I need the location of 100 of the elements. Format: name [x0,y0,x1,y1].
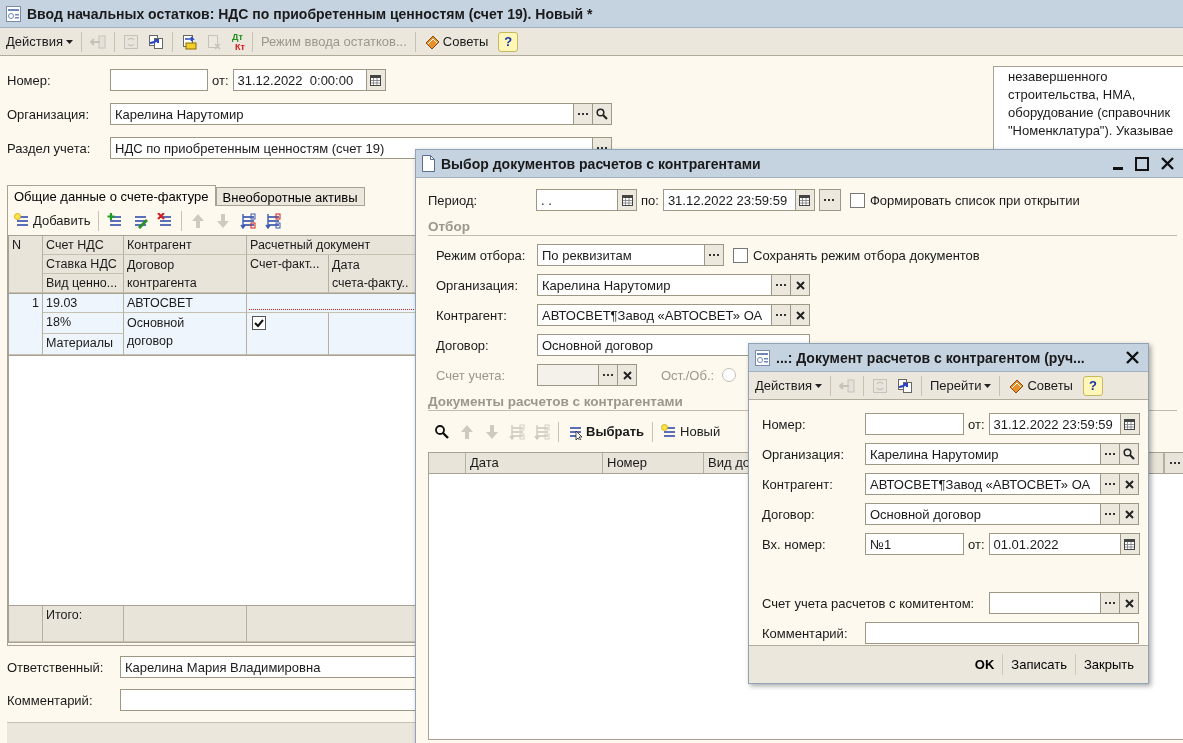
field-label: Режим отбора: [436,247,527,263]
add-button[interactable]: Добавить [11,210,94,231]
tab[interactable]: Общие данные о счете-фактуре [7,185,216,206]
tips-button[interactable]: Советы [1005,375,1076,396]
input-field[interactable]: №1 [865,533,964,555]
input-field[interactable]: Карелина Нарутомир [865,443,1101,465]
maximize-button[interactable] [1132,156,1152,171]
input-field[interactable] [865,413,964,435]
ellipsis-icon [1170,461,1181,465]
column-header: Контрагент [124,236,247,255]
select-button[interactable] [1101,443,1120,465]
select-button[interactable] [599,364,618,386]
date-field[interactable]: 01.01.2022 [988,533,1121,555]
menu-button[interactable]: Действия [3,32,76,51]
date-field[interactable]: 31.12.2022 23:59:59 [988,413,1121,435]
select-button[interactable] [772,274,791,296]
back-arrow-icon [838,377,855,394]
close-button[interactable] [1123,351,1142,364]
checkbox[interactable] [849,192,865,208]
footer-cell [9,606,43,642]
arrow-down-icon [215,212,232,229]
select-button[interactable] [705,244,724,266]
checkbox[interactable] [252,316,266,330]
maximize-icon [1135,156,1149,171]
input-field[interactable]: Основной договор [865,503,1101,525]
input-field[interactable] [865,622,1139,644]
date-field[interactable]: 31.12.2022 23:59:59 [662,189,796,211]
menu-button[interactable]: Перейти [926,376,995,395]
ellipsis-icon [775,313,787,317]
clear-button[interactable] [1120,473,1139,495]
clear-button[interactable] [1120,503,1139,525]
document-icon [205,33,222,50]
arrow-up-icon [190,212,207,229]
document-post-icon [180,33,197,50]
list-plus-icon [107,212,124,229]
sort-ascending-icon [240,212,257,229]
field-label: от: [967,416,986,432]
close-button[interactable]: Закрыть [1074,654,1142,675]
field-label: Контрагент: [762,476,834,492]
calendar-button[interactable] [618,189,637,211]
table-cell: 18% [43,313,124,334]
input-field[interactable] [989,592,1101,614]
save-button[interactable]: Записать [1002,654,1075,675]
clear-button[interactable] [791,304,810,326]
clear-icon [1124,598,1134,608]
clear-icon [622,370,632,380]
column-header: Ставка НДС [43,255,124,274]
input-field[interactable]: Карелина Нарутомир [537,274,772,296]
search-button[interactable] [1120,443,1139,465]
table-cell: 1 [9,294,43,355]
sort-ascending-icon [509,423,525,440]
more-button[interactable] [1164,453,1183,473]
field-label: Комментарий: [7,692,94,708]
calendar-icon [799,194,811,206]
document-icon [422,155,435,172]
date-field[interactable]: 31.12.2022 0:00:00 [232,69,367,91]
column-header: Счет НДС [43,236,124,255]
search-button[interactable] [593,103,612,125]
tips-button[interactable]: Советы [420,31,492,52]
select-button[interactable] [574,103,593,125]
help-button[interactable]: ? [498,31,519,52]
ledger-button[interactable]: Дт Кт [227,31,247,52]
close-button[interactable] [1158,157,1177,170]
select-button[interactable] [1101,473,1120,495]
date-field[interactable]: . . [536,189,618,211]
hint-text: незавершенного [1008,68,1109,86]
select-button[interactable] [1101,592,1120,614]
ellipsis-icon [602,373,614,377]
clear-icon [1124,509,1134,519]
field-label: Организация: [436,277,520,293]
field-label: от: [967,536,986,552]
clear-button[interactable] [1120,592,1139,614]
select-button[interactable] [818,189,841,211]
input-field[interactable]: По реквизитам [537,244,705,266]
help-button[interactable]: ? [1082,375,1103,396]
calendar-icon [621,194,633,206]
input-field[interactable]: АВТОСВЕТ¶Завод «АВТОСВЕТ» ОА [865,473,1101,495]
input-field[interactable]: Карелина Нарутомир [110,103,574,125]
search-icon [1123,448,1135,460]
input-field[interactable]: АВТОСВЕТ¶Завод «АВТОСВЕТ» ОА [537,304,772,326]
total-label: Итого: [43,606,124,642]
checkbox[interactable] [733,247,748,263]
add-button[interactable]: Новый [658,421,724,442]
select-button[interactable] [1101,503,1120,525]
select-button[interactable] [772,304,791,326]
tab[interactable]: Внеоборотные активы [215,187,365,206]
table-cell: Основной договор [124,313,247,355]
field-label: Договор: [436,337,490,353]
menu-button[interactable]: Действия [752,376,825,395]
list-delete-icon [157,212,174,229]
clear-button[interactable] [791,274,810,296]
ellipsis-icon [1104,601,1116,605]
field-label: Договор: [762,506,816,522]
input-field[interactable] [110,69,208,91]
clear-button[interactable] [618,364,637,386]
arrow-down-icon [484,423,500,440]
choose-button[interactable]: Выбрать [564,421,648,442]
field-label: по: [640,192,660,208]
close-icon [1126,351,1139,364]
ok-button[interactable]: OK [966,654,1003,675]
